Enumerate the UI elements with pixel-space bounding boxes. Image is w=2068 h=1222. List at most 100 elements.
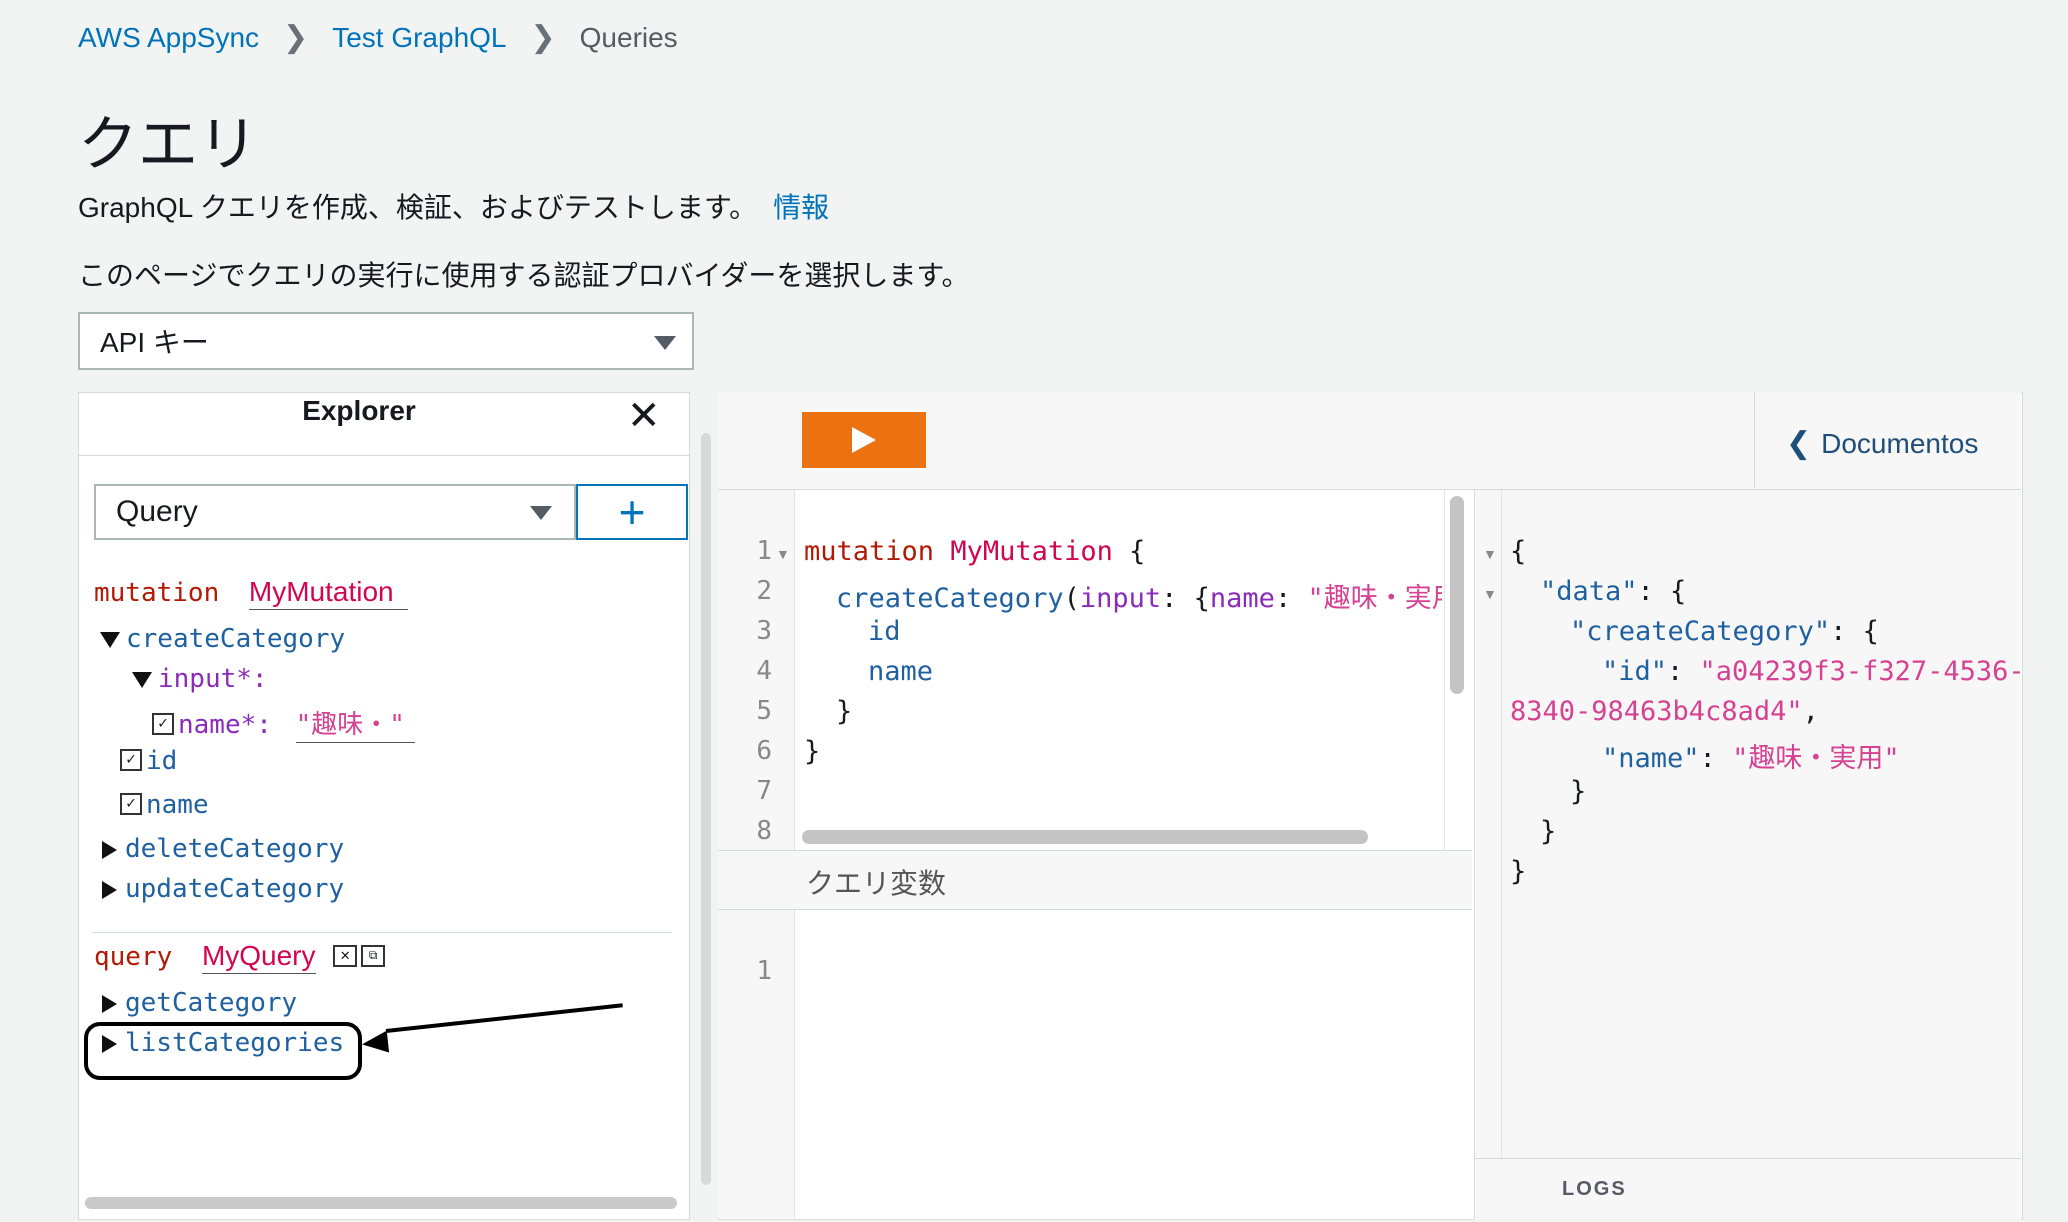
- checkbox-checked-icon[interactable]: ✓: [120, 792, 142, 815]
- tree-item-getCategory[interactable]: getCategory: [102, 988, 297, 1018]
- chevron-right-icon: ❯: [283, 21, 309, 54]
- result-line: 8340-98463b4c8ad4",: [1510, 696, 1819, 727]
- field-label: createCategory: [126, 624, 346, 654]
- result-line: }: [1540, 816, 1557, 847]
- triangle-right-icon: [102, 994, 117, 1013]
- explorer-scrollbar-h[interactable]: [85, 1197, 677, 1209]
- line-number: 1: [756, 536, 772, 566]
- line-number: 7: [756, 776, 772, 806]
- query-name-input[interactable]: MyQuery: [201, 940, 316, 974]
- code-line-6[interactable]: }: [804, 736, 820, 767]
- code-line-5[interactable]: }: [836, 696, 852, 727]
- editor-scrollbar-v[interactable]: [1450, 496, 1464, 694]
- breadcrumb-current: Queries: [579, 21, 678, 53]
- line-number: 8: [756, 816, 772, 846]
- docs-toggle[interactable]: ❮ Documentos: [1786, 426, 1978, 461]
- code-line-2[interactable]: createCategory(input: {name: "趣味・実用': [836, 576, 1442, 615]
- result-line: "createCategory": {: [1570, 616, 1879, 647]
- result-line: "name": "趣味・実用": [1602, 743, 1900, 774]
- docs-label: Documentos: [1821, 428, 1979, 459]
- mutation-name: MyMutation: [248, 576, 394, 607]
- page-title: クエリ: [78, 111, 258, 178]
- tree-item-name-arg[interactable]: ✓ name*: "趣味・": [152, 704, 415, 743]
- arg-label: name*:: [178, 710, 272, 740]
- breadcrumb-api[interactable]: Test GraphQL: [332, 22, 506, 54]
- fold-arrow-icon[interactable]: ▼: [776, 546, 790, 562]
- code-keyword: mutation: [804, 536, 935, 567]
- tree-item-createCategory[interactable]: createCategory: [100, 624, 345, 654]
- logs-tab[interactable]: LOGS: [1562, 1178, 1627, 1201]
- fold-arrow-icon[interactable]: ▼: [1483, 546, 1497, 562]
- info-link[interactable]: 情報: [773, 192, 829, 223]
- play-icon: [852, 427, 876, 453]
- divider: [92, 932, 672, 933]
- line-number: 6: [756, 736, 772, 766]
- breadcrumb: AWS AppSync ❯ Test GraphQL ❯ Queries: [78, 20, 678, 55]
- tree-item-id[interactable]: ✓ id: [120, 746, 177, 776]
- operation-type-select[interactable]: Query: [94, 484, 576, 540]
- checkbox-checked-icon[interactable]: ✓: [120, 748, 142, 771]
- code-line-1[interactable]: mutation MyMutation {: [804, 536, 1145, 567]
- explorer-title: Explorer: [302, 395, 416, 426]
- code-field: createCategory: [836, 583, 1064, 614]
- field-label: getCategory: [125, 988, 298, 1018]
- name-value-input[interactable]: "趣味・": [295, 710, 415, 743]
- description-text: GraphQL クエリを作成、検証、およびテストします。: [78, 192, 758, 223]
- json-string: 8340-98463b4c8ad4": [1510, 696, 1803, 727]
- mutation-header: mutation MyMutation: [94, 576, 408, 610]
- json-string: "a04239f3-f327-4536-: [1699, 656, 2025, 687]
- caret-down-icon: [530, 506, 552, 520]
- chevron-right-icon: ❯: [530, 21, 556, 54]
- result-line: {: [1510, 536, 1527, 567]
- query-name: MyQuery: [201, 940, 316, 971]
- arg-label: input*:: [158, 664, 268, 694]
- field-label: id: [146, 746, 178, 776]
- json-string: "趣味・実用": [1732, 743, 1900, 774]
- operation-type-value: Query: [116, 495, 198, 528]
- tree-item-updateCategory[interactable]: updateCategory: [102, 874, 344, 904]
- query-header: query MyQuery ✕ ⧉: [94, 940, 389, 974]
- close-icon[interactable]: ✕: [627, 393, 661, 439]
- editor-scrollbar-h[interactable]: [802, 830, 1368, 844]
- tree-item-input[interactable]: input*:: [132, 664, 268, 694]
- result-line: "data": {: [1540, 576, 1687, 607]
- result-line: }: [1510, 856, 1527, 887]
- add-operation-button[interactable]: +: [576, 484, 688, 540]
- code-arg: input: [1079, 583, 1162, 614]
- code-punct: :: [1274, 583, 1308, 614]
- code-arg: name: [1209, 583, 1275, 614]
- delete-query-icon[interactable]: ✕: [333, 944, 358, 967]
- triangle-right-icon: [102, 840, 117, 859]
- breadcrumb-appsync[interactable]: AWS AppSync: [78, 22, 259, 54]
- fold-arrow-icon[interactable]: ▼: [1483, 586, 1497, 602]
- annotation-arrow-head: [360, 1030, 390, 1056]
- code-line-4[interactable]: name: [868, 656, 933, 687]
- line-number: 5: [756, 696, 772, 726]
- caret-down-icon: [654, 336, 676, 350]
- code-punct: {: [1129, 536, 1146, 567]
- divider: [1754, 392, 1755, 488]
- line-number: 4: [756, 656, 772, 686]
- run-button[interactable]: [802, 412, 926, 468]
- checkbox-checked-icon[interactable]: ✓: [152, 712, 174, 735]
- triangle-down-icon: [132, 671, 152, 688]
- auth-provider-select[interactable]: API キー: [78, 312, 694, 370]
- query-variables-label: クエリ変数: [806, 868, 947, 899]
- explorer-scrollbar-v[interactable]: [701, 433, 711, 1185]
- line-number: 3: [756, 616, 772, 646]
- tree-item-deleteCategory[interactable]: deleteCategory: [102, 834, 344, 864]
- result-line: "id": "a04239f3-f327-4536-: [1602, 656, 2025, 687]
- json-key: "data": [1540, 576, 1638, 607]
- code-punct: (: [1063, 583, 1080, 614]
- highlight-box: [84, 1022, 362, 1080]
- auth-prompt: このページでクエリの実行に使用する認証プロバイダーを選択します。: [78, 260, 970, 291]
- copy-query-icon[interactable]: ⧉: [361, 944, 386, 967]
- divider: [1444, 490, 1445, 850]
- code-line-3[interactable]: id: [868, 616, 901, 647]
- json-key: "createCategory": [1570, 616, 1831, 647]
- tree-item-name[interactable]: ✓ name: [120, 790, 209, 820]
- code-op-name: MyMutation: [950, 536, 1113, 567]
- mutation-name-input[interactable]: MyMutation: [248, 576, 408, 610]
- divider: [79, 455, 689, 456]
- line-number: 1: [756, 956, 772, 986]
